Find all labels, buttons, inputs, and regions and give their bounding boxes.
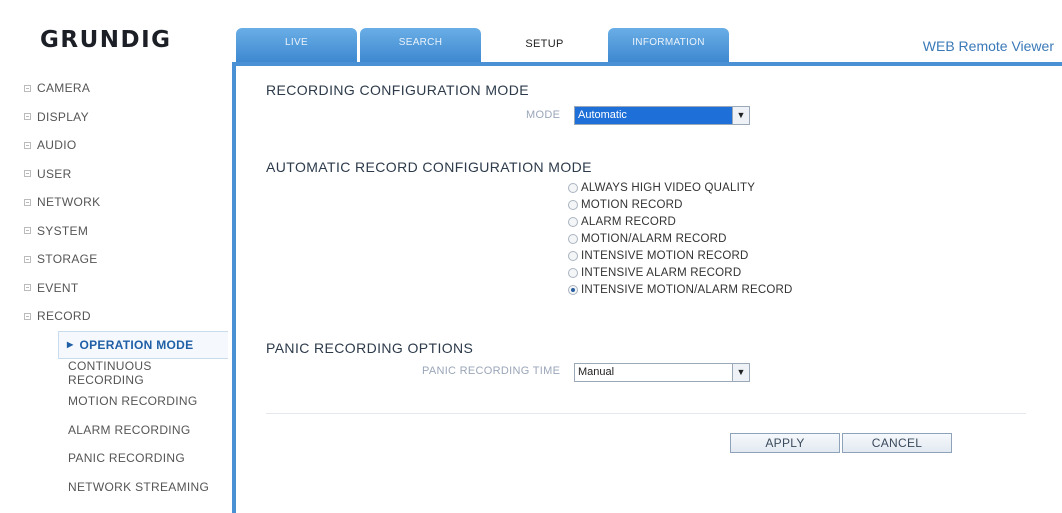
sidebar-item-camera[interactable]: CAMERA [24,74,228,103]
main-panel: RECORDING CONFIGURATION MODE MODE Automa… [236,66,1062,513]
panic-time-select-value: Manual [578,366,615,378]
sidebar: CAMERA DISPLAY AUDIO USER NETWORK SYSTEM… [24,74,228,501]
radio-label: ALARM RECORD [581,215,677,228]
radio-label: INTENSIVE MOTION RECORD [581,249,749,262]
divider [266,413,1026,414]
mode-label: MODE [526,109,561,121]
sidebar-item-label: SYSTEM [37,223,89,238]
sidebar-subitem-label: OPERATION MODE [79,337,194,352]
sidebar-item-storage[interactable]: STORAGE [24,245,228,274]
mode-select[interactable]: Automatic ▼ [574,106,750,125]
tab-setup[interactable]: SETUP [484,28,605,64]
grundig-logo[interactable]: GRUNDIG [40,27,172,53]
panic-time-select[interactable]: Manual ▼ [574,363,750,382]
sidebar-item-label: RECORD [37,309,91,324]
radio-label: MOTION/ALARM RECORD [581,232,727,245]
panic-options-title: PANIC RECORDING OPTIONS [266,340,474,356]
expand-icon [24,141,31,149]
sidebar-subitem-panic-recording[interactable]: PANIC RECORDING [24,444,228,473]
expand-icon [24,84,31,92]
sidebar-item-user[interactable]: USER [24,160,228,189]
radio-button-selected[interactable] [568,284,578,295]
expand-icon [24,284,31,292]
dropdown-arrow-icon[interactable]: ▼ [732,364,749,381]
expand-icon [24,170,31,178]
app-title: WEB Remote Viewer [922,38,1054,54]
sidebar-item-display[interactable]: DISPLAY [24,103,228,132]
sidebar-item-system[interactable]: SYSTEM [24,217,228,246]
tab-search[interactable]: SEARCH [360,28,481,64]
mode-select-value: Automatic [578,109,627,121]
radio-alarm-record[interactable]: ALARM RECORD [568,213,676,230]
radio-button[interactable] [568,199,578,210]
sidebar-item-label: AUDIO [37,138,77,153]
radio-button[interactable] [568,216,578,227]
sidebar-subitem-motion-recording[interactable]: MOTION RECORDING [24,387,228,416]
radio-label: INTENSIVE ALARM RECORD [581,266,742,279]
expand-icon [24,113,31,121]
expand-icon [24,255,31,263]
recording-config-title: RECORDING CONFIGURATION MODE [266,82,529,98]
triangle-right-icon: ▶ [67,340,74,349]
collapse-icon [24,312,31,320]
auto-config-title: AUTOMATIC RECORD CONFIGURATION MODE [266,159,592,175]
radio-label: MOTION RECORD [581,198,683,211]
sidebar-item-event[interactable]: EVENT [24,274,228,303]
cancel-button[interactable]: CANCEL [842,433,952,453]
sidebar-subitem-continuous-recording[interactable]: CONTINUOUS RECORDING [24,359,228,388]
radio-intensive-motion-alarm-record[interactable]: INTENSIVE MOTION/ALARM RECORD [568,281,793,298]
tab-live[interactable]: LIVE [236,28,357,64]
sidebar-item-label: DISPLAY [37,109,89,124]
expand-icon [24,227,31,235]
sidebar-item-label: STORAGE [37,252,98,267]
main-tabs: LIVE SEARCH SETUP INFORMATION [236,28,732,64]
sidebar-item-label: CAMERA [37,81,91,96]
sidebar-item-label: NETWORK [37,195,101,210]
sidebar-subitem-alarm-recording[interactable]: ALARM RECORDING [24,416,228,445]
sidebar-item-audio[interactable]: AUDIO [24,131,228,160]
radio-label: ALWAYS HIGH VIDEO QUALITY [581,181,756,194]
radio-intensive-alarm-record[interactable]: INTENSIVE ALARM RECORD [568,264,741,281]
radio-intensive-motion-record[interactable]: INTENSIVE MOTION RECORD [568,247,749,264]
sidebar-item-label: EVENT [37,280,79,295]
radio-label: INTENSIVE MOTION/ALARM RECORD [581,283,793,296]
radio-motion-alarm-record[interactable]: MOTION/ALARM RECORD [568,230,727,247]
sidebar-subitem-network-streaming[interactable]: NETWORK STREAMING [24,473,228,502]
radio-button[interactable] [568,182,578,193]
header: GRUNDIG LIVE SEARCH SETUP INFORMATION WE… [0,0,1062,64]
panic-time-label: PANIC RECORDING TIME [422,365,561,377]
sidebar-item-record[interactable]: RECORD [24,302,228,331]
dropdown-arrow-icon[interactable]: ▼ [732,107,749,124]
radio-button[interactable] [568,233,578,244]
tab-information[interactable]: INFORMATION [608,28,729,64]
radio-button[interactable] [568,250,578,261]
radio-always-high-quality[interactable]: ALWAYS HIGH VIDEO QUALITY [568,179,755,196]
radio-button[interactable] [568,267,578,278]
expand-icon [24,198,31,206]
sidebar-subitem-operation-mode[interactable]: ▶ OPERATION MODE [58,330,228,359]
sidebar-item-label: USER [37,166,72,181]
sidebar-item-network[interactable]: NETWORK [24,188,228,217]
apply-button[interactable]: APPLY [730,433,840,453]
radio-motion-record[interactable]: MOTION RECORD [568,196,683,213]
